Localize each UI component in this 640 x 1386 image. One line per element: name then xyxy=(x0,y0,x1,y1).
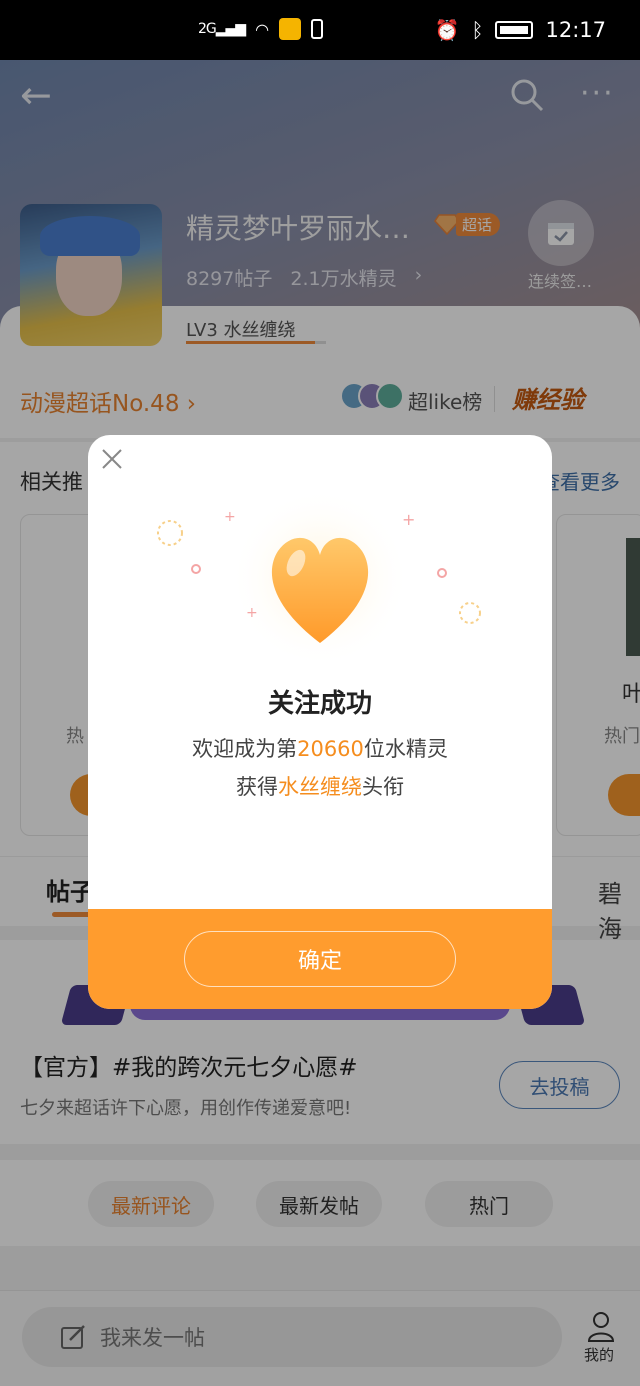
status-icons-left: 2G▂▄▆ ◠ xyxy=(198,18,324,40)
bluetooth-icon: ᛒ xyxy=(471,18,484,42)
dialog-title: 关注成功 xyxy=(267,689,372,719)
status-icons-right: ⏰ ᛒ 12:17 xyxy=(435,18,606,42)
alarm-icon: ⏰ xyxy=(434,18,460,42)
status-bar: 2G▂▄▆ ◠ ⏰ ᛒ 12:17 xyxy=(0,0,640,60)
follow-success-dialog: + + + 关注成功 欢迎成为第20660位水精灵 获得水丝缠绕头衔 确定 xyxy=(88,435,552,1009)
awarded-title: 水丝缠绕 xyxy=(278,775,362,799)
wifi-icon: ◠ xyxy=(255,19,270,39)
dialog-title-award-text: 获得水丝缠绕头衔 xyxy=(88,771,552,801)
award-prefix: 获得 xyxy=(236,775,278,799)
weibo-icon xyxy=(279,18,302,40)
heart-icon: + + + xyxy=(157,493,481,663)
close-icon[interactable] xyxy=(100,447,124,471)
clock: 12:17 xyxy=(545,18,606,42)
welcome-prefix: 欢迎成为第 xyxy=(192,737,298,761)
dialog-welcome-text: 欢迎成为第20660位水精灵 xyxy=(88,733,552,763)
member-rank-number: 20660 xyxy=(297,737,364,761)
welcome-suffix: 位水精灵 xyxy=(363,737,448,761)
battery-icon xyxy=(495,21,534,39)
signal-icon: 2G▂▄▆ xyxy=(198,21,246,37)
confirm-button[interactable]: 确定 xyxy=(184,931,456,987)
svg-text:+: + xyxy=(246,605,258,621)
network-label: 2G xyxy=(198,21,217,37)
svg-text:+: + xyxy=(224,509,236,525)
battery-small-icon xyxy=(311,19,324,39)
award-suffix: 头衔 xyxy=(362,775,404,799)
svg-text:+: + xyxy=(402,510,415,529)
dialog-footer: 确定 xyxy=(88,909,552,1009)
